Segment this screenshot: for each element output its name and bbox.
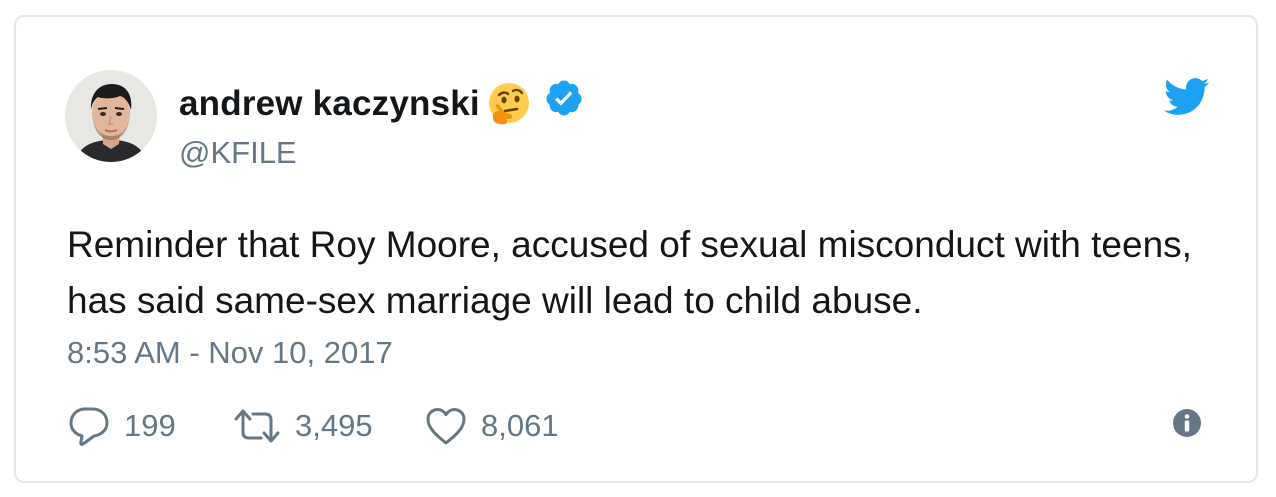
thinking-face-emoji-icon — [486, 81, 532, 127]
tweet-timestamp[interactable]: 8:53 AM - Nov 10, 2017 — [67, 335, 393, 371]
reply-count: 199 — [124, 408, 176, 443]
info-icon[interactable] — [1172, 408, 1202, 438]
tweet-text: Reminder that Roy Moore, accused of sexu… — [67, 224, 1192, 321]
reply-icon — [67, 405, 111, 447]
action-bar: 199 3,495 8,061 — [67, 401, 559, 451]
like-button[interactable]: 8,061 — [424, 406, 559, 446]
reply-button[interactable]: 199 — [67, 405, 232, 447]
avatar-image — [65, 70, 157, 162]
tweet-card: andrew kaczynski @KFILE Reminder that Ro… — [14, 15, 1258, 483]
heart-icon — [424, 406, 468, 446]
like-count: 8,061 — [481, 408, 559, 443]
verified-badge-icon — [544, 78, 584, 118]
retweet-icon — [232, 406, 282, 446]
twitter-bird-icon[interactable] — [1163, 77, 1210, 117]
retweet-count: 3,495 — [295, 408, 373, 443]
retweet-button[interactable]: 3,495 — [232, 406, 424, 446]
avatar[interactable] — [65, 70, 157, 162]
author-row: andrew kaczynski — [179, 77, 584, 131]
handle[interactable]: @KFILE — [179, 135, 297, 171]
display-name[interactable]: andrew kaczynski — [179, 84, 480, 124]
